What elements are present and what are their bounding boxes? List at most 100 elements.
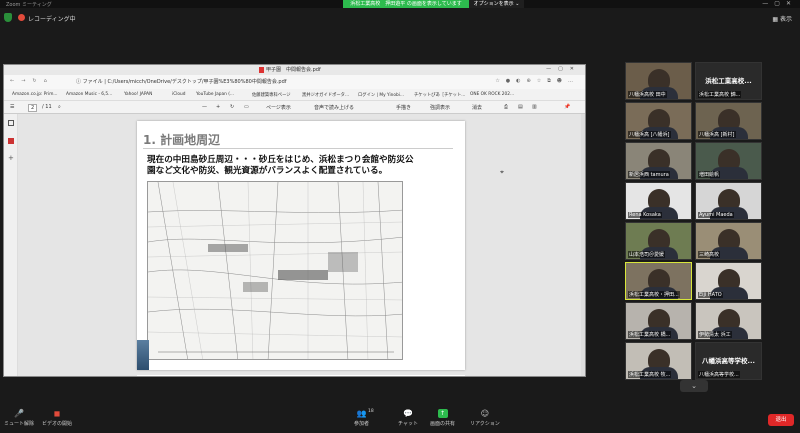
- bookmark-item[interactable]: YouTube Japan (...: [196, 92, 234, 97]
- share-screen-button[interactable]: ↑ 画面の共有: [430, 409, 455, 427]
- participant-tile[interactable]: 増田絵帆: [695, 142, 762, 180]
- bookmark-item[interactable]: ONE OK ROCK 202...: [470, 92, 514, 97]
- start-video-button[interactable]: ◼ ビデオの開始: [42, 409, 72, 427]
- participant-tile[interactable]: Ayumi Maeda: [695, 182, 762, 220]
- participant-tile[interactable]: 八幡浜高 [八幡浜]: [625, 102, 692, 140]
- bookmarks-bar: Amazon.co.jp: Prim... Amazon Music - 6,5…: [4, 89, 585, 101]
- save-icon[interactable]: ▤: [518, 104, 523, 110]
- participants-count: 18: [368, 409, 374, 414]
- browser-window-controls[interactable]: —▢✕: [546, 66, 581, 72]
- pdf-toolbar: ☰ 2 / 11 ⌕ — + ↻ ▭ ページ表示 音声で読み上げる 手描き 強調…: [4, 101, 585, 114]
- participant-tile[interactable]: 八幡浜高等学校... 八幡浜高等学校...: [695, 342, 762, 380]
- read-aloud-button[interactable]: 音声で読み上げる: [314, 104, 354, 111]
- address-bar-row: ←→↻⌂ ⓘ ファイル | C:/Users/micch/OneDrive/デス…: [4, 75, 585, 89]
- window-controls[interactable]: —▢✕: [762, 0, 797, 7]
- participant-name: 新居浜西 tamura: [628, 171, 670, 178]
- page-accent-bar: [137, 340, 149, 370]
- bookmark-item[interactable]: 黒井ジオガイドポータ...: [302, 92, 349, 98]
- print-icon[interactable]: ⎙: [504, 104, 508, 110]
- highlight-button[interactable]: 強調表示: [430, 104, 450, 111]
- bookmark-item[interactable]: チケットぴあ［チケット...: [414, 92, 465, 98]
- mouse-cursor-icon: ⌖: [500, 168, 504, 176]
- participant-name: 三崎高校: [698, 251, 721, 258]
- participant-tile[interactable]: 八幡浜高校 田中: [625, 62, 692, 100]
- zoom-in-button[interactable]: +: [216, 104, 220, 110]
- participant-name: 浜松工業高校・押田...: [628, 291, 680, 298]
- participant-name: 山本浩司＠愛媛: [628, 251, 666, 258]
- participant-name: 浜松工業高校 牧...: [628, 371, 672, 378]
- address-prefix: ファイル: [82, 79, 103, 85]
- page-view-button[interactable]: ページ表示: [266, 104, 291, 111]
- participant-tile[interactable]: 新居浜西 tamura: [625, 142, 692, 180]
- mute-label: ミュート解除: [4, 421, 35, 427]
- participant-tile[interactable]: 八幡浜高 [新村]: [695, 102, 762, 140]
- participant-tile-active-speaker[interactable]: 浜松工業高校・押田...: [625, 262, 692, 300]
- recording-icon[interactable]: [18, 14, 25, 21]
- body-line: 現在の中田島砂丘周辺・・・砂丘をはじめ、浜松まつり会館や防災公: [147, 155, 414, 165]
- participant-tile[interactable]: 山本浩司＠愛媛: [625, 222, 692, 260]
- add-icon[interactable]: +: [8, 154, 14, 162]
- rotate-icon[interactable]: ↻: [230, 104, 234, 110]
- participant-tile[interactable]: 浜松工業高校 牧...: [625, 342, 692, 380]
- save-as-icon[interactable]: ▥: [532, 104, 537, 110]
- extension-icons[interactable]: ☆●◐⊕☆⧉☻…: [495, 78, 579, 84]
- participant-label: 浜松工業高校...: [705, 77, 752, 85]
- participants-button[interactable]: 👥 18 参加者: [354, 409, 374, 427]
- participant-tile[interactable]: Eiji HATO: [695, 262, 762, 300]
- bookmark-panel-icon[interactable]: [8, 138, 14, 144]
- pin-icon[interactable]: 📌: [564, 104, 570, 110]
- erase-button[interactable]: 消去: [472, 104, 482, 111]
- pdf-icon: [259, 67, 264, 73]
- participant-tile[interactable]: 浜松工業高校 橋...: [625, 302, 692, 340]
- view-button[interactable]: ▦ 表示: [772, 14, 792, 23]
- participant-tile[interactable]: 伊勢清太 浜工: [695, 302, 762, 340]
- chat-button[interactable]: 💬 チャット: [398, 409, 418, 427]
- leave-button[interactable]: 退出: [768, 414, 794, 426]
- window-title: Zoom ミーティング: [6, 2, 52, 8]
- thumbnails-icon[interactable]: [8, 120, 14, 126]
- menu-icon[interactable]: ☰: [10, 104, 14, 110]
- share-screen-icon: ↑: [437, 409, 448, 418]
- bookmark-item[interactable]: 佐藤建築専科ページ: [252, 92, 291, 98]
- reactions-icon: ☺: [480, 409, 490, 418]
- video-label: ビデオの開始: [42, 421, 73, 427]
- page-number-input[interactable]: 2: [28, 104, 38, 112]
- participant-tile[interactable]: Rena Kosaka: [625, 182, 692, 220]
- view-label: 表示: [779, 16, 792, 23]
- participants-icon: 👥: [356, 409, 367, 418]
- address-bar[interactable]: ⓘ ファイル | C:/Users/micch/OneDrive/デスクトップ/…: [76, 77, 376, 87]
- reactions-button[interactable]: ☺ リアクション: [470, 409, 500, 427]
- reactions-label: リアクション: [470, 421, 500, 427]
- bookmark-item[interactable]: Amazon.co.jp: Prim...: [12, 92, 58, 97]
- pdf-next-page: [137, 375, 465, 376]
- mute-button[interactable]: 🎤 ミュート解除: [4, 409, 34, 427]
- participant-name: 浜松工業高校 橋...: [628, 331, 672, 338]
- share-label: 画面の共有: [430, 421, 456, 427]
- participant-tile[interactable]: 浜松工業高校... 浜松工業高校 錦...: [695, 62, 762, 100]
- bookmark-item[interactable]: Yahoo! JAPAN: [124, 92, 152, 97]
- zoom-out-button[interactable]: —: [202, 104, 207, 110]
- security-shield-icon[interactable]: [4, 13, 12, 22]
- browser-tab-bar: 甲子園 中間報告会.pdf —▢✕: [4, 65, 585, 75]
- gallery-next-page-button[interactable]: ⌄: [680, 380, 708, 392]
- bookmark-item[interactable]: Amazon Music - 6,5...: [66, 92, 112, 97]
- bookmark-item[interactable]: iCloud: [172, 92, 185, 97]
- participant-name: Ayumi Maeda: [698, 212, 734, 218]
- participant-tile[interactable]: 三崎高校: [695, 222, 762, 260]
- nav-buttons[interactable]: ←→↻⌂: [10, 78, 54, 84]
- participant-name: 八幡浜高 [新村]: [698, 131, 736, 138]
- draw-button[interactable]: 手描き: [396, 104, 411, 111]
- browser-tab[interactable]: 甲子園 中間報告会.pdf: [266, 66, 321, 73]
- participant-name: Eiji HATO: [698, 292, 723, 298]
- participant-gallery: 八幡浜高校 田中 浜松工業高校... 浜松工業高校 錦... 八幡浜高 [八幡浜]…: [623, 62, 765, 380]
- search-icon[interactable]: ⌕: [58, 104, 61, 110]
- fit-page-icon[interactable]: ▭: [244, 104, 249, 110]
- muted-microphone-icon: 🎤: [14, 409, 24, 418]
- share-options-button[interactable]: オプションを表示 ⌄: [469, 0, 524, 8]
- bookmark-item[interactable]: ログイン | My Yinobi...: [358, 92, 404, 98]
- pdf-page: 1. 計画地周辺 現在の中田島砂丘周辺・・・砂丘をはじめ、浜松まつり会館や防災公…: [137, 121, 465, 370]
- pdf-sidebar: +: [4, 114, 18, 376]
- pdf-scrollbar[interactable]: [581, 114, 585, 376]
- shared-browser-window: 甲子園 中間報告会.pdf —▢✕ ←→↻⌂ ⓘ ファイル | C:/Users…: [3, 64, 586, 377]
- page-body-text: 現在の中田島砂丘周辺・・・砂丘をはじめ、浜松まつり会館や防災公 園など文化や防災…: [147, 155, 457, 177]
